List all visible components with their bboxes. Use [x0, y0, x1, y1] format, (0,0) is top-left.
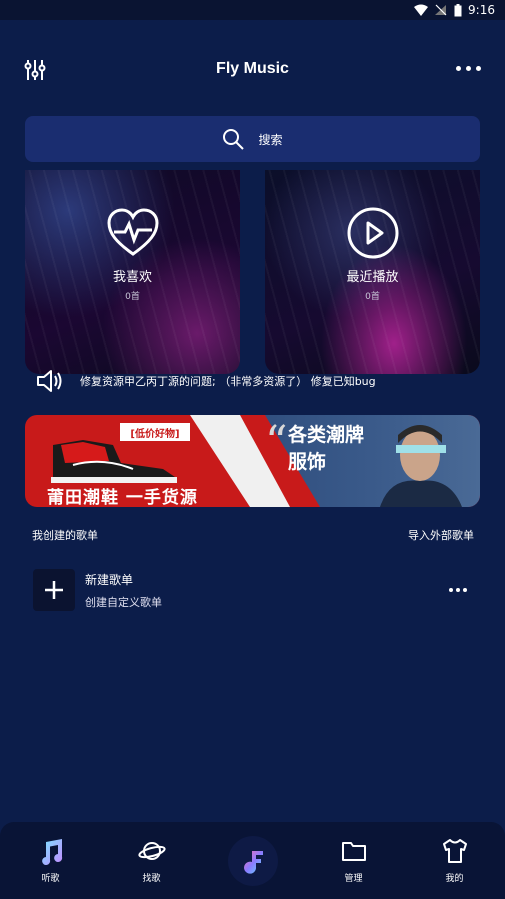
banner-headline: 各类潮牌 服饰: [288, 424, 365, 473]
tab-manage[interactable]: 管理: [303, 822, 404, 899]
tab-label: 听歌: [41, 874, 60, 884]
model-image: [380, 425, 462, 507]
tab-label: 管理: [344, 874, 363, 884]
status-time: 9:16: [468, 3, 495, 17]
playlist-title: 新建歌单: [85, 572, 134, 587]
tab-label: 找歌: [142, 874, 161, 884]
wifi-icon: [414, 4, 429, 16]
card-title: 最近播放: [346, 270, 399, 285]
bottom-tab-bar: 听歌 找歌 管理 我的: [0, 822, 505, 899]
music-note-icon: [41, 839, 62, 865]
search-bar[interactable]: 搜索: [25, 116, 480, 162]
favorites-card[interactable]: 我喜欢 0首: [25, 170, 240, 374]
tab-find[interactable]: 找歌: [101, 822, 202, 899]
card-count: 0首: [125, 292, 140, 302]
folder-icon: [341, 842, 366, 861]
add-playlist-button[interactable]: [33, 569, 75, 611]
playlist-more-icon[interactable]: [449, 588, 467, 592]
search-icon: [223, 129, 245, 150]
heart-pulse-icon: [106, 208, 159, 256]
ad-banner[interactable]: [低价好物] 莆田潮鞋 一手货源 “ 各类潮牌 服饰: [25, 415, 480, 507]
status-bar: 9:16: [0, 0, 505, 20]
playlist-subtitle: 创建自定义歌单: [85, 595, 162, 609]
speaker-icon: [37, 370, 62, 392]
play-circle-icon: [347, 207, 398, 259]
equalizer-icon[interactable]: [23, 58, 47, 82]
app-title: Fly Music: [216, 60, 289, 77]
tab-label: 我的: [445, 874, 464, 884]
app-logo-icon: [227, 835, 278, 886]
my-playlists-label: 我创建的歌单: [32, 529, 98, 542]
signal-icon: [435, 4, 447, 16]
recent-played-card[interactable]: 最近播放 0首: [265, 170, 480, 374]
sneaker-image: [51, 440, 177, 483]
tab-listen[interactable]: 听歌: [0, 822, 101, 899]
card-title: 我喜欢: [112, 270, 152, 285]
playlist-section-header: 我创建的歌单 导入外部歌单: [32, 524, 474, 546]
app-header: Fly Music: [0, 46, 505, 92]
card-count: 0首: [365, 292, 380, 302]
tshirt-icon: [442, 839, 467, 863]
more-options-icon[interactable]: [456, 66, 481, 71]
tab-mine[interactable]: 我的: [404, 822, 505, 899]
new-playlist-row[interactable]: 新建歌单 创建自定义歌单: [33, 568, 473, 612]
search-placeholder: 搜索: [258, 132, 283, 147]
quote-mark: “: [265, 417, 288, 468]
planet-icon: [137, 842, 166, 860]
tab-home-logo[interactable]: [202, 822, 303, 899]
import-playlists-link[interactable]: 导入外部歌单: [408, 527, 474, 543]
battery-icon: [454, 3, 462, 16]
notice-text: 修复资源甲乙丙丁源的问题; （非常多资源了） 修复已知bug: [80, 375, 376, 388]
plus-icon: [45, 581, 63, 599]
banner-slogan: 莆田潮鞋 一手货源: [47, 488, 198, 507]
notice-bar: 修复资源甲乙丙丁源的问题; （非常多资源了） 修复已知bug: [36, 366, 481, 396]
